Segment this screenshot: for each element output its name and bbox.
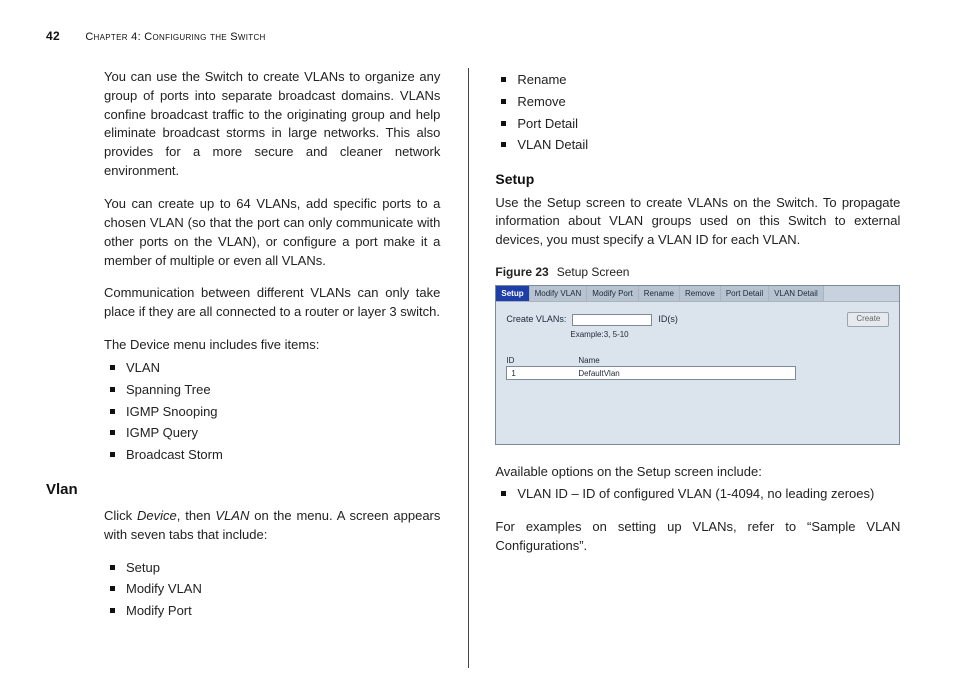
list-item: IGMP Snooping	[126, 403, 440, 422]
tab-remove[interactable]: Remove	[680, 286, 721, 302]
vlan-table-row[interactable]: 1 DefaultVlan	[506, 366, 796, 380]
page-header: 42 Chapter 4: Configuring the Switch	[46, 28, 908, 46]
figure-title: Setup Screen	[557, 265, 630, 279]
create-vlans-label: Create VLANs:	[506, 313, 566, 326]
para-setup: Use the Setup screen to create VLANs on …	[495, 194, 900, 251]
figure-tabbar: Setup Modify VLAN Modify Port Rename Rem…	[496, 286, 899, 303]
col-id: ID	[506, 355, 578, 367]
list-item: Broadcast Storm	[126, 446, 440, 465]
list-item: Modify Port	[126, 602, 440, 621]
para-sample-ref: For examples on setting up VLANs, refer …	[495, 518, 900, 556]
chapter-title: Chapter 4: Configuring the Switch	[85, 31, 265, 43]
tab-modify-vlan[interactable]: Modify VLAN	[530, 286, 588, 302]
list-item: VLAN ID – ID of configured VLAN (1-4094,…	[517, 485, 900, 504]
emphasis-device: Device	[137, 508, 177, 523]
text: , then	[177, 508, 216, 523]
figure-body: Create VLANs: ID(s) Create Example:3, 5-…	[496, 302, 899, 390]
vlan-tabs-list-right: Rename Remove Port Detail VLAN Detail	[495, 71, 900, 155]
page-number: 42	[46, 29, 60, 43]
cell-name: DefaultVlan	[578, 368, 619, 378]
vlan-table-header: ID Name	[506, 355, 889, 367]
create-vlan-row: Create VLANs: ID(s) Create	[506, 312, 889, 327]
cell-id: 1	[511, 368, 578, 378]
list-item: Remove	[517, 93, 900, 112]
list-item: Rename	[517, 71, 900, 90]
page: 42 Chapter 4: Configuring the Switch You…	[0, 0, 954, 674]
list-item: Spanning Tree	[126, 381, 440, 400]
setup-screen-figure: Setup Modify VLAN Modify Port Rename Rem…	[495, 285, 900, 445]
para-64-vlans: You can create up to 64 VLANs, add speci…	[104, 195, 440, 270]
list-item: Port Detail	[517, 115, 900, 134]
tab-port-detail[interactable]: Port Detail	[721, 286, 769, 302]
list-item: Modify VLAN	[126, 580, 440, 599]
tab-modify-port[interactable]: Modify Port	[587, 286, 638, 302]
list-item: VLAN	[126, 359, 440, 378]
para-communication: Communication between different VLANs ca…	[104, 284, 440, 322]
col-name: Name	[578, 355, 599, 367]
tab-vlan-detail[interactable]: VLAN Detail	[769, 286, 824, 302]
create-button[interactable]: Create	[847, 312, 889, 327]
heading-setup: Setup	[495, 169, 900, 189]
section-heading-vlan: Vlan	[46, 479, 440, 501]
right-column: Rename Remove Port Detail VLAN Detail Se…	[469, 68, 900, 668]
ids-label: ID(s)	[658, 313, 678, 326]
figure-label: Figure 23	[495, 265, 548, 279]
list-item: IGMP Query	[126, 424, 440, 443]
tab-setup[interactable]: Setup	[496, 286, 529, 302]
figure-caption: Figure 23 Setup Screen	[495, 264, 900, 281]
para-click-device: Click Device, then VLAN on the menu. A s…	[104, 507, 440, 545]
left-column: You can use the Switch to create VLANs t…	[46, 68, 468, 668]
para-available-options: Available options on the Setup screen in…	[495, 463, 900, 482]
text: Click	[104, 508, 137, 523]
list-item: Setup	[126, 559, 440, 578]
tab-rename[interactable]: Rename	[639, 286, 680, 302]
device-menu-list: VLAN Spanning Tree IGMP Snooping IGMP Qu…	[104, 359, 440, 465]
para-device-menu: The Device menu includes five items:	[104, 336, 440, 355]
vlan-tabs-list-left: Setup Modify VLAN Modify Port	[104, 559, 440, 622]
list-item: VLAN Detail	[517, 136, 900, 155]
setup-options-list: VLAN ID – ID of configured VLAN (1-4094,…	[495, 485, 900, 504]
emphasis-vlan: VLAN	[215, 508, 249, 523]
para-intro: You can use the Switch to create VLANs t…	[104, 68, 440, 181]
example-text: Example:3, 5-10	[570, 329, 889, 341]
vlan-id-input[interactable]	[572, 314, 652, 326]
content-columns: You can use the Switch to create VLANs t…	[46, 68, 908, 668]
